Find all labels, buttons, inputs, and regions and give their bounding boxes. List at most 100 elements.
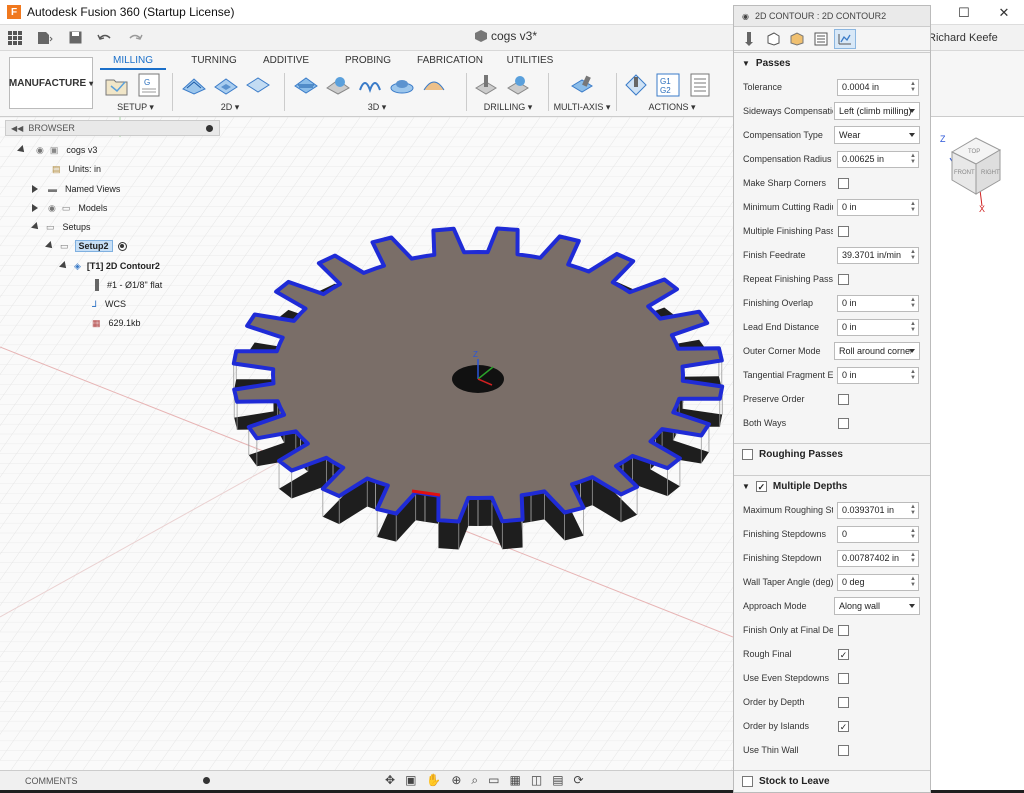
setup-group-label[interactable]: SETUP ▾ [103, 102, 168, 113]
spinner-icon[interactable]: ▲ ▼ [909, 81, 917, 94]
wall-taper-input[interactable]: 0 deg ▲ ▼ [837, 573, 919, 591]
spinner-icon[interactable]: ▲ ▼ [909, 552, 917, 565]
compensation-type-select[interactable]: Wear [834, 126, 920, 144]
three-d-group-label[interactable]: 3D ▾ [292, 102, 462, 113]
tab-milling[interactable]: MILLING [100, 53, 166, 70]
tab-utilities[interactable]: UTILITIES [490, 53, 570, 70]
sharp-corners-checkbox[interactable] [838, 177, 849, 189]
display-settings-icon[interactable]: ▭ [488, 773, 499, 788]
spinner-icon[interactable]: ▲ ▼ [909, 504, 917, 517]
max-roughing-input[interactable]: 0.0393701 in ▲ ▼ [837, 501, 919, 519]
spinner-icon[interactable]: ▲ ▼ [909, 321, 917, 334]
multiple-finishing-checkbox[interactable] [838, 225, 849, 237]
expand-triangle-icon[interactable] [31, 222, 41, 232]
min-cutting-radius-input[interactable]: 0 in ▲ ▼ [837, 198, 919, 216]
visibility-eye-icon[interactable]: ◉ [48, 203, 56, 214]
viewcube[interactable]: TOP FRONT RIGHT Z X [940, 128, 1010, 218]
tool-tab-icon[interactable] [738, 29, 760, 49]
document-tab[interactable]: cogs v3* [475, 29, 537, 43]
spinner-icon[interactable]: ▲ ▼ [909, 576, 917, 589]
chevron-down-icon[interactable]: ▼ [742, 59, 750, 68]
tree-item-named-views[interactable]: ▬ Named Views [32, 180, 120, 198]
activate-radio-icon[interactable] [117, 241, 127, 251]
file-menu-icon[interactable] [34, 28, 56, 48]
thin-wall-checkbox[interactable] [838, 744, 849, 756]
roughing-passes-checkbox[interactable] [742, 449, 753, 460]
approach-mode-select[interactable]: Along wall [834, 597, 920, 615]
effects-icon[interactable]: ▤ [552, 773, 563, 788]
expand-triangle-icon[interactable] [32, 185, 38, 193]
tab-turning[interactable]: TURNING [172, 53, 256, 70]
tree-item-wcs[interactable]: ⅃ WCS [92, 295, 126, 313]
finishing-overlap-input[interactable]: 0 in ▲ ▼ [837, 294, 919, 312]
dialog-title-bar[interactable]: ◉ 2D CONTOUR : 2D CONTOUR2 [734, 6, 930, 27]
fit-icon[interactable]: ⌕ [471, 773, 478, 788]
maximize-button[interactable]: ☐ [944, 0, 984, 25]
undo-icon[interactable] [94, 28, 116, 48]
spinner-icon[interactable]: ▲ ▼ [909, 297, 917, 310]
heights-tab-icon[interactable] [786, 29, 808, 49]
tree-item-setup2[interactable]: ▭ Setup2 [45, 237, 127, 255]
zoom-icon[interactable]: ⊕ [451, 773, 461, 788]
canvas-viewport[interactable]: Z [0, 117, 733, 783]
multiple-depths-header[interactable]: ▼ ✓ Multiple Depths [734, 475, 930, 497]
expand-triangle-icon[interactable] [17, 145, 27, 155]
model-canvas[interactable]: Z [0, 117, 733, 783]
tab-fabrication[interactable]: FABRICATION [410, 53, 490, 70]
two-d-group-label[interactable]: 2D ▾ [180, 102, 280, 113]
spinner-icon[interactable]: ▲ ▼ [909, 153, 917, 166]
tree-item-tool[interactable]: #1 - Ø1/8" flat [95, 276, 162, 294]
compensation-radius-input[interactable]: 0.00625 in ▲ ▼ [837, 150, 919, 168]
passes-section-header[interactable]: ▼ Passes [734, 52, 930, 74]
multiple-depths-checkbox[interactable]: ✓ [755, 481, 767, 492]
passes-tab-icon[interactable] [810, 29, 832, 49]
comments-pin-icon[interactable] [203, 777, 210, 784]
tree-item-units[interactable]: ▤ Units: in [52, 160, 101, 178]
orbit-icon[interactable]: ✥ [385, 773, 395, 788]
close-button[interactable]: ✕ [984, 0, 1024, 25]
2d-adaptive-icon[interactable] [180, 72, 208, 98]
refresh-icon[interactable]: ⟳ [574, 773, 584, 788]
chevron-down-icon[interactable]: ▼ [742, 482, 750, 491]
pan-icon[interactable]: ✋ [426, 773, 441, 788]
swarf-icon[interactable] [568, 72, 596, 98]
3d-pocket-icon[interactable] [324, 72, 352, 98]
browser-pin-icon[interactable] [206, 124, 213, 132]
redo-icon[interactable] [124, 28, 146, 48]
order-by-depth-checkbox[interactable] [838, 696, 849, 708]
thread-mill-icon[interactable] [504, 72, 532, 98]
face-icon[interactable] [244, 72, 272, 98]
expand-triangle-icon[interactable] [45, 241, 55, 251]
linking-tab-icon[interactable] [834, 28, 856, 49]
steep-shallow-icon[interactable] [388, 72, 416, 98]
both-ways-checkbox[interactable] [838, 417, 849, 429]
finish-only-checkbox[interactable] [838, 624, 849, 636]
finishing-stepdowns-input[interactable]: 0 ▲ ▼ [837, 525, 919, 543]
visibility-eye-icon[interactable]: ◉ [36, 145, 44, 156]
nc-program-icon[interactable]: G [135, 72, 163, 98]
rough-final-checkbox[interactable]: ✓ [838, 648, 849, 660]
setup-sheet-icon[interactable] [686, 72, 714, 98]
roughing-passes-header[interactable]: Roughing Passes [734, 443, 930, 465]
workspace-switcher-button[interactable]: MANUFACTURE ▾ [9, 57, 93, 109]
user-name[interactable]: Richard Keefe [928, 32, 998, 44]
spinner-icon[interactable]: ▲ ▼ [909, 201, 917, 214]
stock-to-leave-checkbox[interactable] [742, 776, 753, 787]
tree-item-operation[interactable]: ◈ [T1] 2D Contour2 [59, 257, 160, 275]
drilling-group-label[interactable]: DRILLING ▾ [472, 102, 544, 113]
lead-end-input[interactable]: 0 in ▲ ▼ [837, 318, 919, 336]
simulate-icon[interactable] [622, 72, 650, 98]
data-panel-grid-icon[interactable] [4, 28, 26, 48]
spinner-icon[interactable]: ▲ ▼ [909, 528, 917, 541]
collapse-icon[interactable]: ◀◀ [11, 124, 23, 133]
expand-triangle-icon[interactable] [59, 261, 69, 271]
even-stepdowns-checkbox[interactable] [838, 672, 849, 684]
preserve-order-checkbox[interactable] [838, 393, 849, 405]
scallop-icon[interactable] [420, 72, 448, 98]
outer-corner-select[interactable]: Roll around corner [834, 342, 920, 360]
new-setup-icon[interactable] [103, 72, 131, 98]
actions-group-label[interactable]: ACTIONS ▾ [622, 102, 722, 113]
expand-triangle-icon[interactable] [32, 204, 38, 212]
tree-item-setups[interactable]: ▭ Setups [31, 218, 91, 236]
post-process-icon[interactable]: G1 G2 [654, 72, 682, 98]
